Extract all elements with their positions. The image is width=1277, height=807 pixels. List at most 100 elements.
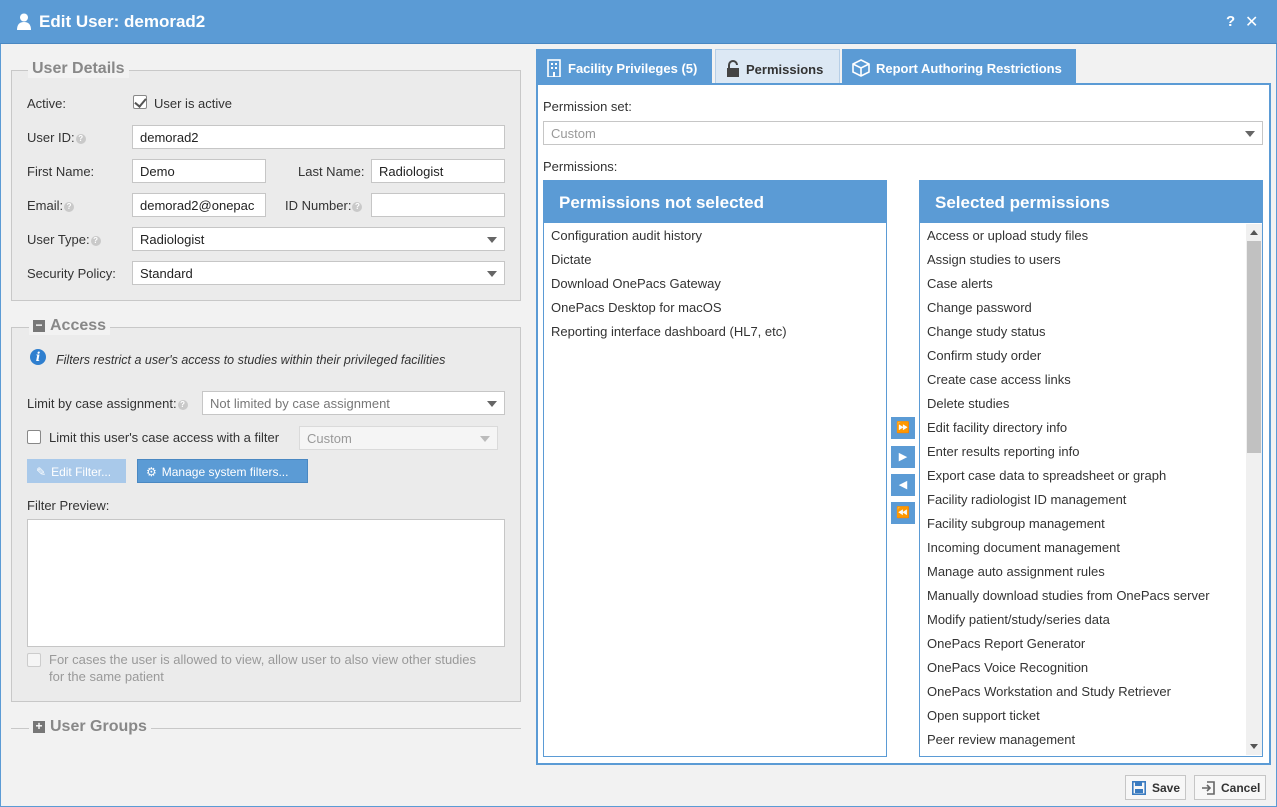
filter-preview-box xyxy=(27,519,505,647)
limit-filter-label[interactable]: Limit this user's case access with a fil… xyxy=(49,430,279,445)
scroll-down-icon[interactable] xyxy=(1250,744,1258,749)
info-icon: i xyxy=(30,349,46,365)
pencil-icon: ✎ xyxy=(36,465,47,479)
not-selected-header: Permissions not selected xyxy=(544,181,886,223)
user-type-select[interactable]: Radiologist xyxy=(132,227,505,251)
selected-permission-item[interactable]: Export case data to spreadsheet or graph xyxy=(927,467,1262,491)
user-groups-legend[interactable]: + User Groups xyxy=(29,718,151,736)
user-active-checkbox-label[interactable]: User is active xyxy=(154,96,232,111)
selected-permission-item[interactable]: Modify patient/study/series data xyxy=(927,611,1262,635)
move-right-button[interactable]: ▶ xyxy=(891,446,915,468)
selected-permission-item[interactable]: Incoming document management xyxy=(927,539,1262,563)
selected-permission-item[interactable]: Facility radiologist ID management xyxy=(927,491,1262,515)
selected-permission-item[interactable]: Access or upload study files xyxy=(927,227,1262,251)
selected-header: Selected permissions xyxy=(920,181,1262,223)
filter-preview-label: Filter Preview: xyxy=(27,498,110,513)
limit-filter-select: Custom xyxy=(299,426,498,450)
edit-filter-button: ✎ Edit Filter... xyxy=(27,459,126,483)
expand-icon[interactable]: + xyxy=(33,720,45,733)
security-policy-select[interactable]: Standard xyxy=(132,261,505,285)
help-tooltip-icon[interactable]: ? xyxy=(75,134,86,144)
first-name-field[interactable]: Demo xyxy=(132,159,266,183)
collapse-icon[interactable]: − xyxy=(33,319,45,332)
selected-permission-item[interactable]: Peer review management xyxy=(927,731,1262,755)
selected-permissions-list: Selected permissions Access or upload st… xyxy=(919,180,1263,757)
tab-facility-privileges[interactable]: Facility Privileges (5) xyxy=(536,49,712,83)
help-tooltip-icon[interactable]: ? xyxy=(177,400,188,410)
close-icon[interactable]: ✕ xyxy=(1245,12,1258,32)
user-id-label: User ID:? xyxy=(27,130,86,145)
not-selected-permission-item[interactable]: Dictate xyxy=(551,251,886,275)
save-button[interactable]: Save xyxy=(1125,775,1186,800)
last-name-field[interactable]: Radiologist xyxy=(371,159,505,183)
limit-case-select[interactable]: Not limited by case assignment xyxy=(202,391,505,415)
access-legend[interactable]: − Access xyxy=(29,317,111,335)
selected-permission-item[interactable]: Case alerts xyxy=(927,275,1262,299)
chevron-down-icon xyxy=(480,436,490,442)
permission-set-label: Permission set: xyxy=(543,99,632,114)
limit-case-label: Limit by case assignment:? xyxy=(27,396,188,411)
tab-report-authoring[interactable]: Report Authoring Restrictions xyxy=(842,49,1076,83)
window-titlebar: Edit User: demorad2 ? ✕ xyxy=(0,0,1277,44)
user-id-field[interactable]: demorad2 xyxy=(132,125,505,149)
email-label: Email:? xyxy=(27,198,75,213)
chevron-down-icon xyxy=(487,401,497,407)
user-active-checkbox[interactable] xyxy=(133,95,147,109)
selected-permission-item[interactable]: OnePacs Voice Recognition xyxy=(927,659,1262,683)
selected-permission-item[interactable]: OnePacs Workstation and Study Retriever xyxy=(927,683,1262,707)
selected-permission-item[interactable]: Open support ticket xyxy=(927,707,1262,731)
not-selected-permission-item[interactable]: Configuration audit history xyxy=(551,227,886,251)
scroll-up-icon[interactable] xyxy=(1250,230,1258,235)
manage-filters-button[interactable]: ⚙ Manage system filters... xyxy=(137,459,308,483)
not-selected-items: Configuration audit history Dictate Downlo… xyxy=(551,227,886,347)
selected-permission-item[interactable]: Confirm study order xyxy=(927,347,1262,371)
selected-permission-item[interactable]: OnePacs Report Generator xyxy=(927,635,1262,659)
move-left-button[interactable]: ◀ xyxy=(891,474,915,496)
not-selected-permission-item[interactable]: Download OnePacs Gateway xyxy=(551,275,886,299)
chevron-left-icon: ◀ xyxy=(898,479,908,491)
selected-permission-item[interactable]: Change password xyxy=(927,299,1262,323)
selected-permission-item[interactable]: Manage auto assignment rules xyxy=(927,563,1262,587)
help-tooltip-icon[interactable]: ? xyxy=(64,202,75,212)
security-policy-label: Security Policy: xyxy=(27,266,116,281)
move-all-right-button[interactable]: ⏩ xyxy=(891,417,915,439)
selected-permission-item[interactable]: Edit facility directory info xyxy=(927,419,1262,443)
help-icon[interactable]: ? xyxy=(1226,13,1235,30)
not-selected-permission-item[interactable]: OnePacs Desktop for macOS xyxy=(551,299,886,323)
chevron-right-icon: ▶ xyxy=(898,451,908,463)
double-chevron-left-icon: ⏪ xyxy=(896,507,910,519)
user-icon xyxy=(17,13,31,30)
email-field[interactable]: demorad2@onepac xyxy=(132,193,266,217)
selected-permission-item[interactable]: Facility subgroup management xyxy=(927,515,1262,539)
selected-permission-item[interactable]: Manually download studies from OnePacs s… xyxy=(927,587,1262,611)
cancel-button[interactable]: Cancel xyxy=(1194,775,1266,800)
help-tooltip-icon[interactable]: ? xyxy=(90,236,101,246)
selected-list-scrollbar[interactable] xyxy=(1246,224,1262,755)
id-number-field[interactable] xyxy=(371,193,505,217)
move-all-left-button[interactable]: ⏪ xyxy=(891,502,915,524)
chevron-down-icon xyxy=(1245,131,1255,137)
selected-permission-item[interactable]: Delete studies xyxy=(927,395,1262,419)
other-studies-label-line2: for the same patient xyxy=(49,669,164,684)
permissions-not-selected-list: Permissions not selected Configuration a… xyxy=(543,180,887,757)
selected-permission-item[interactable]: Create case access links xyxy=(927,371,1262,395)
selected-permission-item[interactable]: Assign studies to users xyxy=(927,251,1262,275)
scrollbar-thumb[interactable] xyxy=(1247,241,1261,453)
first-name-label: First Name: xyxy=(27,164,95,179)
user-type-label: User Type:? xyxy=(27,232,101,247)
help-tooltip-icon[interactable]: ? xyxy=(352,202,363,212)
selected-permission-item[interactable]: Change study status xyxy=(927,323,1262,347)
selected-permission-item[interactable]: Enter results reporting info xyxy=(927,443,1262,467)
user-details-legend: User Details xyxy=(28,60,129,78)
floppy-disk-icon xyxy=(1132,781,1146,795)
permissions-label: Permissions: xyxy=(543,159,618,174)
cube-icon xyxy=(852,59,870,77)
limit-filter-checkbox[interactable] xyxy=(27,430,41,444)
gear-icon: ⚙ xyxy=(146,465,157,479)
tab-permissions[interactable]: Permissions xyxy=(715,49,840,83)
id-number-label: ID Number:? xyxy=(285,198,363,213)
permission-set-select[interactable]: Custom xyxy=(543,121,1263,145)
last-name-label: Last Name: xyxy=(298,164,365,179)
double-chevron-right-icon: ⏩ xyxy=(896,422,910,434)
not-selected-permission-item[interactable]: Reporting interface dashboard (HL7, etc) xyxy=(551,323,886,347)
